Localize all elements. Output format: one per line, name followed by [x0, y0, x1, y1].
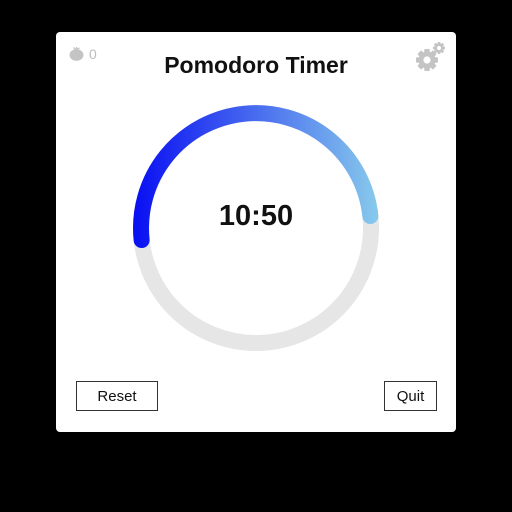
quit-button[interactable]: Quit [384, 381, 437, 411]
timer-panel: 0 Pomodoro Timer 10:50 Reset Quit [56, 32, 456, 432]
reset-button[interactable]: Reset [76, 381, 158, 411]
time-remaining: 10:50 [218, 200, 294, 232]
